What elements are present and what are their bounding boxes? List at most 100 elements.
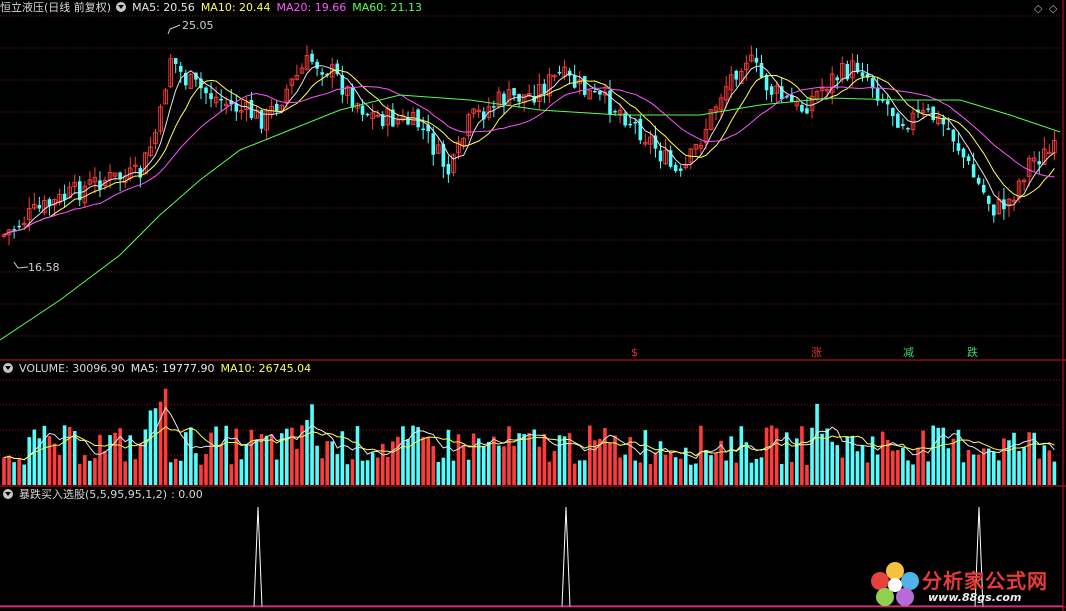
candle-body	[628, 123, 632, 126]
candle-body	[769, 86, 774, 95]
volume-bar	[986, 448, 991, 485]
panel-resize-icon-right[interactable]: ◇	[1049, 2, 1057, 15]
volume-bar	[234, 428, 239, 485]
volume-bar	[1037, 458, 1042, 485]
volume-bar	[931, 425, 935, 485]
volume-bar	[492, 436, 496, 485]
volume-bar	[310, 404, 314, 485]
volume-bar	[618, 457, 622, 485]
volume-bar	[992, 451, 996, 485]
volume-bar	[178, 460, 183, 485]
volume-bar	[694, 463, 698, 485]
volume-bar	[209, 432, 213, 485]
volume-bar	[466, 459, 471, 485]
volume-bar	[32, 429, 37, 485]
candle-body	[593, 90, 597, 93]
indicator-menu-icon[interactable]	[3, 489, 13, 499]
volume-bar	[451, 460, 456, 485]
panel-resize-icon-left[interactable]: ◇	[1034, 2, 1042, 15]
volume-bar	[219, 445, 223, 485]
stock-title[interactable]: 恒立液压(日线 前复权)	[0, 1, 111, 14]
volume-bar	[542, 433, 547, 485]
volume-bar	[537, 446, 542, 485]
volume-bar	[264, 435, 269, 485]
candle-body	[340, 75, 345, 95]
volume-bar	[295, 448, 299, 485]
volume-bar	[62, 425, 67, 485]
low-price-marker	[13, 261, 29, 269]
candle-body	[219, 98, 223, 101]
volume-bar	[699, 425, 703, 485]
volume-bar	[891, 450, 895, 485]
indicator-value: : 0.00	[171, 488, 203, 501]
volume-bar	[734, 462, 739, 485]
candle-body	[365, 113, 370, 116]
volume-bar	[689, 464, 693, 485]
volume-bar	[406, 439, 410, 485]
volume-bar	[128, 435, 133, 485]
volume-bar	[244, 444, 249, 485]
candle-body	[926, 108, 930, 110]
volume-bar	[431, 446, 436, 485]
volume-bar	[421, 436, 425, 485]
volume-bar	[966, 450, 971, 485]
volume-bar	[800, 426, 804, 485]
volume-bar	[885, 439, 890, 485]
candle-body	[805, 108, 809, 114]
volume-bar	[380, 443, 385, 485]
volume-bar	[168, 462, 173, 485]
volume-bar	[805, 464, 809, 485]
candle-body	[673, 164, 678, 172]
volume-menu-icon[interactable]	[3, 363, 13, 373]
volume-bar	[946, 448, 951, 485]
candle-body	[173, 58, 178, 65]
volume-bar	[315, 445, 319, 485]
volume-bar	[93, 458, 97, 485]
volume-bar	[840, 457, 845, 485]
volume-bar	[401, 426, 405, 485]
volume-bar	[153, 408, 158, 485]
volume-bar	[1002, 438, 1006, 485]
candle-body	[896, 113, 900, 128]
volume-bar	[911, 464, 915, 485]
candle-body	[891, 107, 895, 117]
volume-bar	[825, 428, 829, 485]
candle-body	[360, 105, 365, 115]
volume-bar	[350, 459, 355, 485]
volume-bar	[2, 457, 6, 485]
volume-bar	[375, 457, 380, 485]
volume-bar	[557, 435, 562, 485]
volume-bar	[239, 459, 244, 485]
volume-bar	[582, 460, 587, 485]
high-price-marker	[167, 24, 181, 35]
candle-body	[966, 156, 971, 162]
candle-body	[633, 122, 638, 124]
candle-body	[446, 163, 451, 175]
volume-bar	[567, 433, 572, 485]
volume-bar	[335, 454, 340, 485]
volume-bar	[896, 450, 900, 485]
volume-bar	[926, 461, 930, 485]
volume-bar	[98, 434, 102, 485]
volume-bar	[7, 455, 11, 485]
candle-body	[98, 180, 102, 190]
volume-bar	[320, 458, 324, 485]
volume-bar	[588, 425, 592, 485]
candle-body	[986, 196, 991, 204]
panel-menu-icon[interactable]	[116, 2, 127, 12]
volume-bar	[103, 450, 107, 485]
volume-bar	[784, 432, 789, 485]
volume-bar	[820, 433, 824, 485]
volume-bar	[229, 464, 234, 485]
volume-bar	[704, 450, 708, 485]
volume-bar	[123, 461, 127, 485]
stock-chart-canvas[interactable]	[0, 0, 1066, 611]
volume-bar	[22, 464, 26, 485]
volume-bar	[249, 429, 254, 485]
volume-bar	[577, 460, 582, 485]
candle-body	[951, 129, 956, 142]
volume-bar	[507, 426, 511, 485]
candle-body	[572, 74, 577, 88]
volume-bar	[461, 445, 466, 485]
signal-rise: 涨	[811, 346, 822, 359]
